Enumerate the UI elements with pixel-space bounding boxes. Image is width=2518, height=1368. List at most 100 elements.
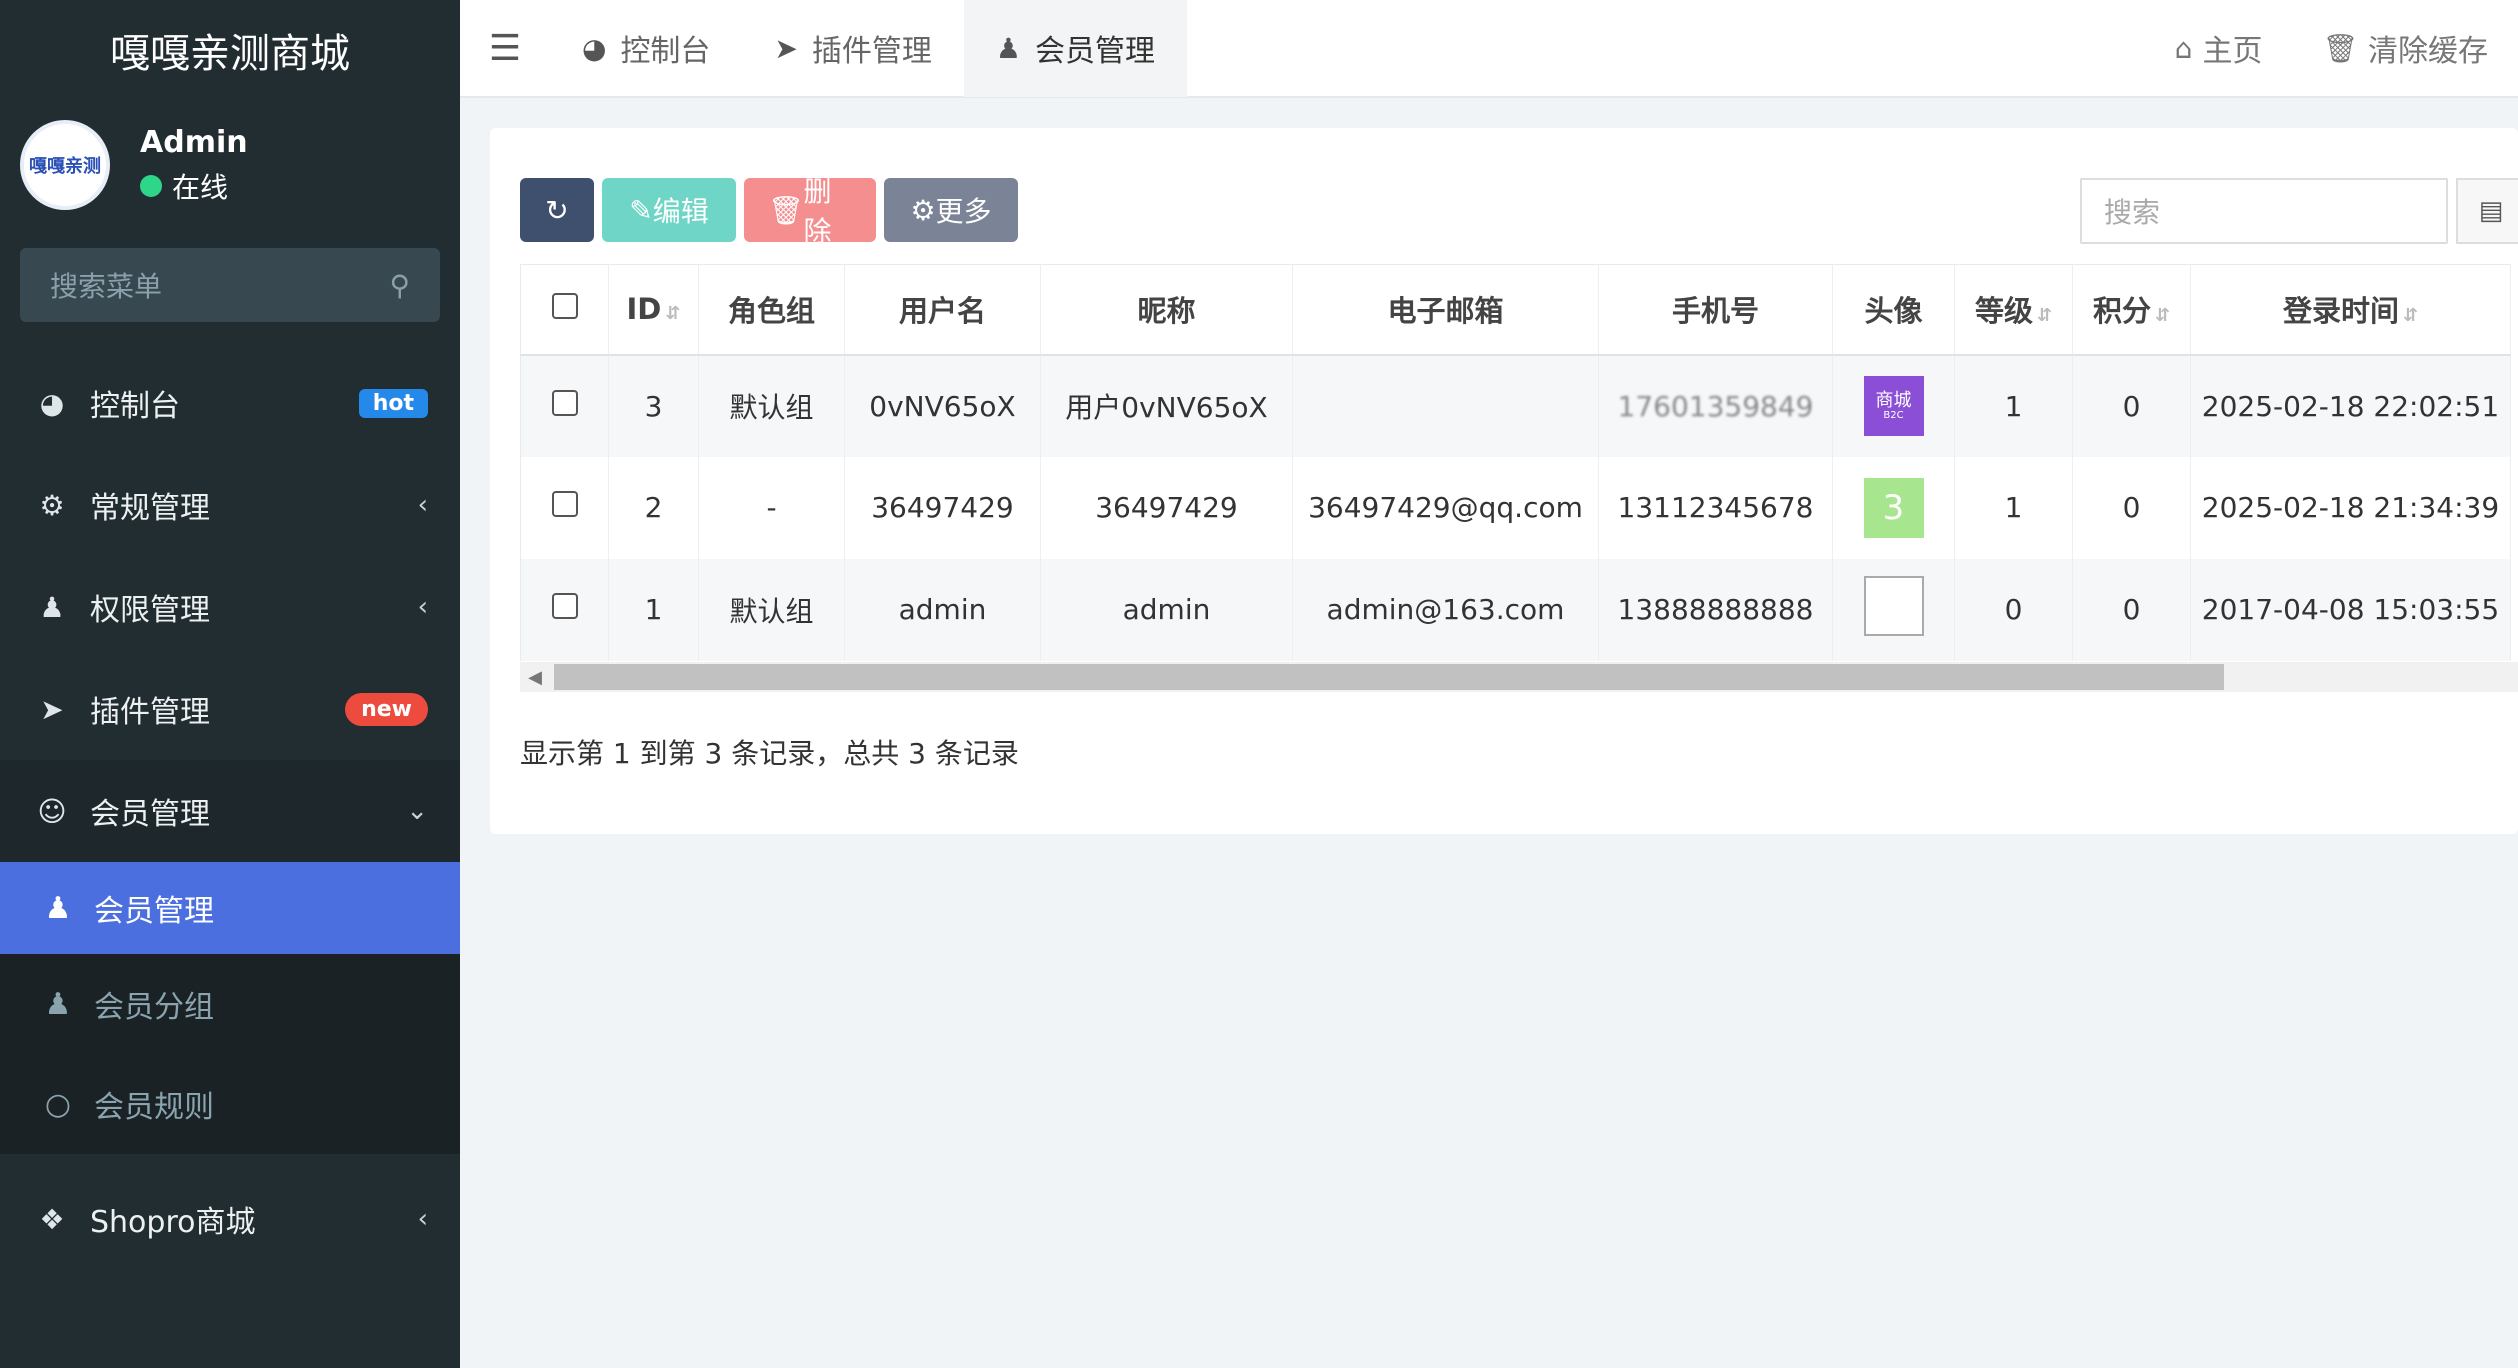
toolbar: ↻ ✎ 编辑 🗑 删除 ⚙ 更多 (520, 175, 1018, 248)
home-link[interactable]: ⌂ 主页 (2145, 26, 2293, 70)
tab-label: 插件管理 (811, 34, 932, 69)
refresh-button[interactable]: ↻ (520, 178, 594, 242)
sidebar-item-auth[interactable]: ♟ 权限管理 ‹ (0, 556, 460, 658)
user-status-label: 在线 (172, 170, 229, 204)
user-icon: ♟ (995, 31, 1022, 65)
avatar: 嘎嘎亲测 (20, 120, 110, 210)
cogs-icon: ⚙ (39, 488, 65, 522)
tab-addon[interactable]: ➤ 插件管理 (742, 0, 963, 97)
cell-username: 0vNV65oX (844, 354, 1041, 457)
brand-title[interactable]: 嘎嘎亲测商城 (0, 0, 460, 100)
table-header-row: ID ⇵ 角色组 用户名 昵称 电子邮箱 手机号 头像 等级 ⇵ 积分 ⇵ 登录时间 ⇵ (520, 264, 2511, 356)
row-checkbox[interactable] (551, 491, 578, 517)
table-row[interactable]: 2 - 36497429 36497429 36497429@qq.com 13… (520, 456, 2511, 559)
topbar: ☰ ◕ 控制台 ➤ 插件管理 ♟ 会员管理 ⌂ 主页 🗑 清除缓存 (460, 0, 2518, 98)
table-row[interactable]: 1 默认组 admin admin admin@163.com 13888888… (520, 558, 2511, 661)
sidebar-subitem-label: 会员分组 (94, 990, 214, 1025)
horizontal-scrollbar[interactable]: ◀ (520, 662, 2518, 692)
cell-level: 0 (1954, 558, 2073, 661)
cell-email (1292, 354, 1599, 457)
cell-group: 默认组 (698, 558, 845, 661)
sidebar-subitem-label: 会员规则 (94, 1090, 214, 1125)
edit-button[interactable]: ✎ 编辑 (602, 178, 736, 242)
cell-nickname: 用户0vNV65oX (1040, 354, 1293, 457)
col-header-avatar: 头像 (1832, 264, 1955, 356)
select-all-cell[interactable] (520, 264, 609, 356)
avatar-logo-text: 嘎嘎亲测 (29, 156, 101, 177)
cell-mobile: 17601359849 (1598, 354, 1833, 457)
sidebar-item-label: Shopro商城 (90, 1205, 256, 1240)
avatar-image[interactable]: 商城 B2C (1863, 376, 1924, 436)
user-info: Admin 在线 (140, 125, 248, 206)
col-header-logintime[interactable]: 登录时间 ⇵ (2190, 264, 2511, 356)
sidebar-subitem-member[interactable]: ♟ 会员管理 (0, 862, 460, 954)
col-header-level[interactable]: 等级 ⇵ (1954, 264, 2073, 356)
record-info: 显示第 1 到第 3 条记录，总共 3 条记录 (520, 737, 1019, 770)
avatar-image[interactable]: 3 (1863, 477, 1924, 538)
sidebar-item-shopro[interactable]: ❖ Shopro商城 ‹ (0, 1168, 460, 1270)
cell-logintime: 2017-04-08 15:03:55 (2190, 558, 2511, 661)
columns-toggle-button[interactable]: ▤ (2456, 178, 2518, 244)
search-icon[interactable]: ⚲ (389, 269, 410, 302)
sidebar-item-member[interactable]: ☺ 会员管理 ⌄ (0, 760, 460, 862)
cell-username: 36497429 (844, 456, 1041, 559)
cell-level: 1 (1954, 456, 2073, 559)
menu-toggle-icon[interactable]: ☰ (460, 0, 550, 97)
cell-logintime: 2025-02-18 22:02:51 (2190, 354, 2511, 457)
chevron-down-icon: ⌄ (406, 796, 428, 826)
menu-search-input[interactable]: 搜索菜单 ⚲ (20, 248, 440, 322)
sort-icon[interactable]: ⇵ (2155, 305, 2170, 326)
cell-avatar (1832, 558, 1955, 661)
user-status: 在线 (140, 166, 248, 206)
table-search-input[interactable]: 搜索 (2080, 178, 2448, 244)
sidebar-item-addon[interactable]: ➤ 插件管理 new (0, 658, 460, 760)
cell-id: 3 (608, 354, 699, 457)
delete-button[interactable]: 🗑 删除 (744, 175, 876, 248)
list-icon: ▤ (2478, 196, 2504, 226)
mobile-text: 17601359849 (1617, 389, 1814, 423)
sort-icon[interactable]: ⇵ (2037, 305, 2052, 326)
cell-email: admin@163.com (1292, 558, 1599, 661)
cell-logintime: 2025-02-18 21:34:39 (2190, 456, 2511, 559)
tab-member[interactable]: ♟ 会员管理 (963, 0, 1188, 97)
table-search-placeholder: 搜索 (2104, 196, 2161, 229)
avatar-shop-subtext: B2C (1883, 410, 1904, 422)
col-header-username: 用户名 (844, 264, 1041, 356)
cell-score: 0 (2072, 558, 2191, 661)
more-button[interactable]: ⚙ 更多 (884, 178, 1018, 242)
sidebar-item-dashboard[interactable]: ◕ 控制台 hot (0, 352, 460, 454)
clear-cache-link[interactable]: 🗑 清除缓存 (2292, 26, 2518, 70)
cell-level: 1 (1954, 354, 2073, 457)
table-row[interactable]: 3 默认组 0vNV65oX 用户0vNV65oX 17601359849 商城… (520, 354, 2511, 457)
scrollbar-thumb[interactable] (554, 664, 2224, 690)
row-checkbox[interactable] (551, 389, 578, 416)
tab-dashboard[interactable]: ◕ 控制台 (550, 0, 742, 97)
select-all-checkbox[interactable] (551, 293, 578, 320)
col-header-score[interactable]: 积分 ⇵ (2072, 264, 2191, 356)
col-header-mobile: 手机号 (1598, 264, 1833, 356)
sidebar-item-general[interactable]: ⚙ 常规管理 ‹ (0, 454, 460, 556)
cell-avatar: 商城 B2C (1832, 354, 1955, 457)
broken-image-icon[interactable] (1863, 576, 1924, 636)
row-checkbox[interactable] (551, 593, 578, 619)
topbar-right: ⌂ 主页 🗑 清除缓存 (2145, 0, 2518, 97)
col-header-nickname: 昵称 (1040, 264, 1293, 356)
users-icon: ♟ (44, 986, 72, 1022)
scroll-left-icon[interactable]: ◀ (520, 662, 550, 692)
new-badge: new (345, 692, 428, 726)
cell-avatar: 3 (1832, 456, 1955, 559)
sort-icon[interactable]: ⇵ (2403, 305, 2418, 326)
dashboard-icon: ◕ (39, 386, 65, 420)
edit-label: 编辑 (652, 195, 709, 228)
chevron-left-icon: ‹ (417, 592, 428, 622)
sidebar-group-member: ☺ 会员管理 ⌄ ♟ 会员管理 ♟ 会员分组 ○ 会员规则 (0, 760, 460, 1154)
refresh-icon: ↻ (545, 193, 569, 227)
sidebar-subitem-member-rule[interactable]: ○ 会员规则 (0, 1054, 460, 1154)
user-name: Admin (140, 124, 248, 160)
circle-icon: ○ (44, 1086, 72, 1122)
menu-search-placeholder: 搜索菜单 (50, 270, 163, 303)
col-header-id[interactable]: ID ⇵ (608, 264, 699, 356)
sidebar-subitem-member-group[interactable]: ♟ 会员分组 (0, 954, 460, 1054)
sort-icon[interactable]: ⇵ (665, 303, 680, 324)
sidebar-subitem-label: 会员管理 (94, 894, 214, 929)
